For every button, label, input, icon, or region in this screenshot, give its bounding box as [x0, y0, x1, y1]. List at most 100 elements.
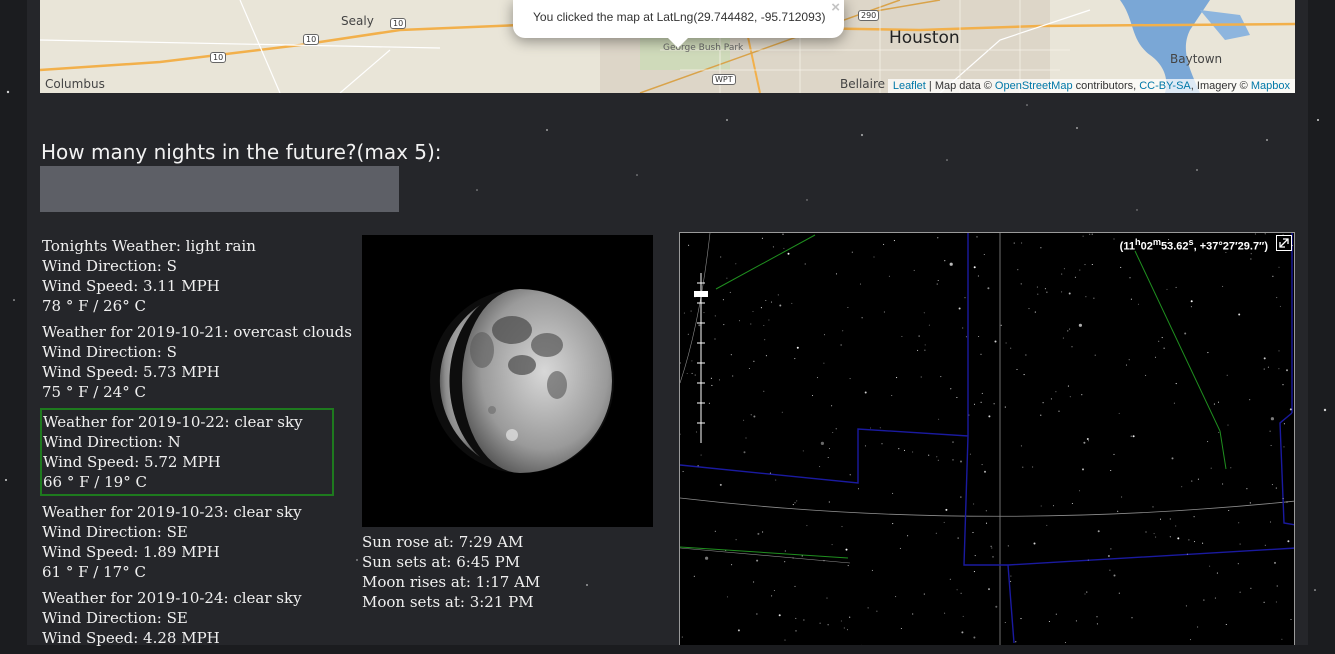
star — [1280, 306, 1281, 307]
star — [778, 294, 779, 295]
declination: , +37°27′29.7″) — [1194, 241, 1268, 253]
star — [1170, 536, 1171, 537]
star — [802, 555, 803, 556]
star — [912, 613, 913, 614]
star — [1197, 626, 1198, 627]
star — [1160, 519, 1161, 520]
star — [723, 299, 724, 300]
star — [898, 448, 899, 449]
star — [1191, 306, 1192, 307]
star — [726, 278, 727, 279]
star — [738, 629, 740, 631]
star — [1021, 445, 1022, 446]
star — [1284, 423, 1285, 424]
star — [944, 260, 945, 261]
star — [892, 493, 893, 494]
star — [1119, 593, 1120, 594]
star — [720, 256, 721, 257]
sun-moon-times: Sun rose at: 7:29 AM Sun sets at: 6:45 P… — [362, 532, 540, 612]
star — [852, 252, 853, 253]
star — [1051, 398, 1052, 399]
star — [1290, 619, 1291, 620]
star — [847, 307, 848, 308]
star — [1131, 299, 1132, 300]
star — [1040, 247, 1041, 248]
star — [1226, 624, 1227, 625]
star — [973, 637, 975, 639]
star — [762, 531, 763, 532]
mapbox-link[interactable]: Mapbox — [1251, 80, 1290, 92]
star — [1184, 333, 1186, 335]
star — [870, 427, 871, 428]
star — [924, 350, 925, 351]
star — [1202, 543, 1203, 544]
star — [687, 373, 688, 374]
star — [1274, 562, 1276, 564]
sky-chart[interactable]: (11h02m53.62s, +37°27′29.7″) — [679, 232, 1295, 645]
star — [892, 523, 893, 524]
star — [1067, 330, 1068, 331]
star — [944, 613, 945, 614]
star — [1131, 436, 1132, 437]
star — [1194, 516, 1195, 517]
wind-direction: Wind Direction: S — [42, 256, 342, 276]
fullscreen-button[interactable] — [1276, 235, 1292, 251]
star — [1064, 268, 1065, 269]
star — [753, 361, 754, 362]
wind-direction: Wind Direction: SE — [42, 522, 342, 542]
nights-input[interactable] — [40, 166, 399, 212]
star — [711, 378, 712, 379]
highway-shield: 10 — [303, 34, 319, 45]
star — [805, 263, 806, 264]
star — [819, 466, 820, 467]
star — [958, 538, 959, 539]
star — [1083, 442, 1085, 444]
star — [1069, 293, 1071, 295]
star — [938, 419, 939, 420]
moon-icon — [362, 235, 653, 527]
star — [960, 461, 962, 463]
star — [779, 614, 781, 616]
star — [1281, 639, 1282, 640]
star — [765, 300, 766, 301]
star — [937, 237, 938, 238]
star — [1290, 408, 1292, 410]
star — [1174, 403, 1175, 404]
star — [784, 561, 785, 562]
star — [680, 362, 681, 363]
star — [991, 546, 992, 547]
cc-by-sa-link[interactable]: CC-BY-SA — [1139, 80, 1191, 92]
star — [865, 392, 867, 394]
star — [795, 630, 796, 631]
star — [703, 312, 704, 313]
star — [945, 509, 947, 511]
star — [753, 416, 755, 418]
star — [803, 450, 804, 451]
star — [970, 454, 971, 455]
star — [696, 431, 697, 432]
ra-minutes: 02 — [1141, 241, 1153, 253]
weather-entry-selected[interactable]: Weather for 2019-10-22: clear sky Wind D… — [40, 408, 334, 496]
star — [1071, 346, 1072, 347]
star — [1278, 267, 1279, 268]
star — [1063, 338, 1064, 339]
weather-entry: Weather for 2019-10-24: clear sky Wind D… — [42, 588, 342, 648]
star — [1079, 324, 1082, 327]
star — [1158, 341, 1159, 342]
star — [959, 308, 961, 310]
star — [1203, 600, 1204, 601]
star — [731, 354, 732, 355]
ra-hours: 11 — [1123, 241, 1135, 253]
star — [1230, 467, 1231, 468]
leaflet-link[interactable]: Leaflet — [893, 80, 926, 92]
openstreetmap-link[interactable]: OpenStreetMap — [995, 80, 1073, 92]
star — [858, 488, 859, 489]
star — [952, 442, 953, 443]
star — [1113, 454, 1114, 455]
star — [1246, 488, 1247, 489]
close-icon[interactable]: × — [831, 0, 840, 16]
star — [844, 627, 845, 628]
star — [1005, 622, 1006, 623]
star — [1081, 394, 1082, 395]
star — [788, 253, 790, 255]
